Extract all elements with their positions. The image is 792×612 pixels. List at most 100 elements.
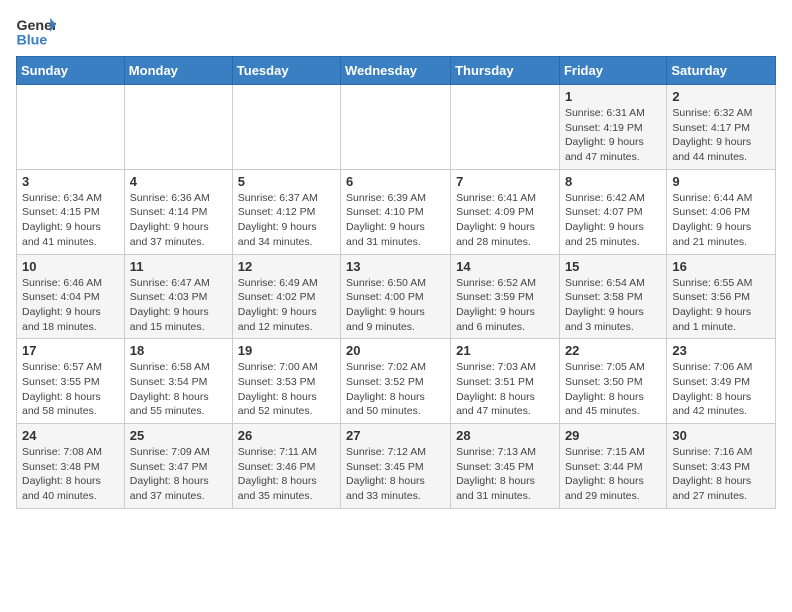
calendar-cell: 1Sunrise: 6:31 AMSunset: 4:19 PMDaylight… xyxy=(559,85,666,170)
calendar-cell: 17 Sunrise: 6:57 AMSunset: 3:55 PMDayligh… xyxy=(17,339,125,424)
day-info: Sunrise: 7:08 AMSunset: 3:48 PMDaylight:… xyxy=(22,445,119,504)
day-header-monday: Monday xyxy=(124,57,232,85)
day-number: 11 xyxy=(130,259,227,274)
day-info: Sunrise: 6:58 AMSunset: 3:54 PMDaylight:… xyxy=(130,360,227,419)
day-info: Sunrise: 7:09 AMSunset: 3:47 PMDaylight:… xyxy=(130,445,227,504)
day-header-wednesday: Wednesday xyxy=(341,57,451,85)
day-number: 4 xyxy=(130,174,227,189)
calendar-cell: 26 Sunrise: 7:11 AMSunset: 3:46 PMDayligh… xyxy=(232,424,340,509)
page-header: General Blue xyxy=(16,16,776,48)
day-number: 24 xyxy=(22,428,119,443)
calendar-cell: 4 Sunrise: 6:36 AMSunset: 4:14 PMDaylight… xyxy=(124,169,232,254)
day-number: 1 xyxy=(565,89,661,104)
day-number: 27 xyxy=(346,428,445,443)
day-header-sunday: Sunday xyxy=(17,57,125,85)
calendar-cell: 13 Sunrise: 6:50 AMSunset: 4:00 PMDayligh… xyxy=(341,254,451,339)
calendar-cell: 8 Sunrise: 6:42 AMSunset: 4:07 PMDaylight… xyxy=(559,169,666,254)
day-info: Sunrise: 6:52 AMSunset: 3:59 PMDaylight:… xyxy=(456,276,554,335)
calendar-cell xyxy=(451,85,560,170)
day-number: 7 xyxy=(456,174,554,189)
calendar-cell: 30 Sunrise: 7:16 AMSunset: 3:43 PMDayligh… xyxy=(667,424,776,509)
logo: General Blue xyxy=(16,16,56,48)
calendar-cell: 29Sunrise: 7:15 AMSunset: 3:44 PMDayligh… xyxy=(559,424,666,509)
day-info: Sunrise: 6:41 AMSunset: 4:09 PMDaylight:… xyxy=(456,191,554,250)
svg-text:Blue: Blue xyxy=(16,32,47,48)
calendar-cell: 7 Sunrise: 6:41 AMSunset: 4:09 PMDaylight… xyxy=(451,169,560,254)
calendar-cell: 5 Sunrise: 6:37 AMSunset: 4:12 PMDaylight… xyxy=(232,169,340,254)
calendar-table: SundayMondayTuesdayWednesdayThursdayFrid… xyxy=(16,56,776,509)
calendar-cell: 20Sunrise: 7:02 AMSunset: 3:52 PMDayligh… xyxy=(341,339,451,424)
day-info: Sunrise: 7:05 AMSunset: 3:50 PMDaylight:… xyxy=(565,360,661,419)
calendar-cell xyxy=(17,85,125,170)
day-number: 6 xyxy=(346,174,445,189)
calendar-cell: 14 Sunrise: 6:52 AMSunset: 3:59 PMDayligh… xyxy=(451,254,560,339)
day-info: Sunrise: 6:47 AMSunset: 4:03 PMDaylight:… xyxy=(130,276,227,335)
day-number: 25 xyxy=(130,428,227,443)
day-number: 14 xyxy=(456,259,554,274)
calendar-week-3: 10Sunrise: 6:46 AMSunset: 4:04 PMDayligh… xyxy=(17,254,776,339)
day-info: Sunrise: 7:16 AMSunset: 3:43 PMDaylight:… xyxy=(672,445,770,504)
calendar-week-5: 24 Sunrise: 7:08 AMSunset: 3:48 PMDayligh… xyxy=(17,424,776,509)
calendar-week-4: 17 Sunrise: 6:57 AMSunset: 3:55 PMDayligh… xyxy=(17,339,776,424)
day-number: 12 xyxy=(238,259,335,274)
calendar-cell: 3 Sunrise: 6:34 AMSunset: 4:15 PMDaylight… xyxy=(17,169,125,254)
logo-icon: General Blue xyxy=(16,16,56,48)
day-number: 26 xyxy=(238,428,335,443)
day-number: 9 xyxy=(672,174,770,189)
calendar-header-row: SundayMondayTuesdayWednesdayThursdayFrid… xyxy=(17,57,776,85)
day-info: Sunrise: 7:13 AMSunset: 3:45 PMDaylight:… xyxy=(456,445,554,504)
day-number: 15 xyxy=(565,259,661,274)
calendar-week-2: 3 Sunrise: 6:34 AMSunset: 4:15 PMDaylight… xyxy=(17,169,776,254)
day-number: 22 xyxy=(565,343,661,358)
day-info: Sunrise: 6:55 AMSunset: 3:56 PMDaylight:… xyxy=(672,276,770,335)
day-number: 5 xyxy=(238,174,335,189)
day-number: 28 xyxy=(456,428,554,443)
day-info: Sunrise: 7:11 AMSunset: 3:46 PMDaylight:… xyxy=(238,445,335,504)
calendar-cell: 9 Sunrise: 6:44 AMSunset: 4:06 PMDaylight… xyxy=(667,169,776,254)
calendar-cell: 19 Sunrise: 7:00 AMSunset: 3:53 PMDayligh… xyxy=(232,339,340,424)
day-info: Sunrise: 6:44 AMSunset: 4:06 PMDaylight:… xyxy=(672,191,770,250)
calendar-cell xyxy=(124,85,232,170)
day-number: 8 xyxy=(565,174,661,189)
day-number: 30 xyxy=(672,428,770,443)
day-info: Sunrise: 7:06 AMSunset: 3:49 PMDaylight:… xyxy=(672,360,770,419)
day-info: Sunrise: 6:37 AMSunset: 4:12 PMDaylight:… xyxy=(238,191,335,250)
day-info: Sunrise: 7:15 AMSunset: 3:44 PMDaylight:… xyxy=(565,445,661,504)
day-number: 19 xyxy=(238,343,335,358)
day-info: Sunrise: 6:57 AMSunset: 3:55 PMDaylight:… xyxy=(22,360,119,419)
calendar-cell: 23Sunrise: 7:06 AMSunset: 3:49 PMDayligh… xyxy=(667,339,776,424)
calendar-cell: 27Sunrise: 7:12 AMSunset: 3:45 PMDayligh… xyxy=(341,424,451,509)
calendar-cell: 11 Sunrise: 6:47 AMSunset: 4:03 PMDayligh… xyxy=(124,254,232,339)
day-number: 2 xyxy=(672,89,770,104)
day-number: 21 xyxy=(456,343,554,358)
day-header-tuesday: Tuesday xyxy=(232,57,340,85)
day-info: Sunrise: 7:03 AMSunset: 3:51 PMDaylight:… xyxy=(456,360,554,419)
calendar-cell: 12 Sunrise: 6:49 AMSunset: 4:02 PMDayligh… xyxy=(232,254,340,339)
day-info: Sunrise: 7:00 AMSunset: 3:53 PMDaylight:… xyxy=(238,360,335,419)
day-number: 16 xyxy=(672,259,770,274)
day-info: Sunrise: 6:42 AMSunset: 4:07 PMDaylight:… xyxy=(565,191,661,250)
calendar-cell: 24 Sunrise: 7:08 AMSunset: 3:48 PMDayligh… xyxy=(17,424,125,509)
day-number: 13 xyxy=(346,259,445,274)
day-number: 17 xyxy=(22,343,119,358)
calendar-cell: 25 Sunrise: 7:09 AMSunset: 3:47 PMDayligh… xyxy=(124,424,232,509)
calendar-cell: 21 Sunrise: 7:03 AMSunset: 3:51 PMDayligh… xyxy=(451,339,560,424)
calendar-cell: 16 Sunrise: 6:55 AMSunset: 3:56 PMDayligh… xyxy=(667,254,776,339)
calendar-cell: 6Sunrise: 6:39 AMSunset: 4:10 PMDaylight… xyxy=(341,169,451,254)
day-header-friday: Friday xyxy=(559,57,666,85)
calendar-week-1: 1Sunrise: 6:31 AMSunset: 4:19 PMDaylight… xyxy=(17,85,776,170)
day-header-thursday: Thursday xyxy=(451,57,560,85)
day-info: Sunrise: 6:34 AMSunset: 4:15 PMDaylight:… xyxy=(22,191,119,250)
day-info: Sunrise: 6:54 AMSunset: 3:58 PMDaylight:… xyxy=(565,276,661,335)
calendar-cell: 15 Sunrise: 6:54 AMSunset: 3:58 PMDayligh… xyxy=(559,254,666,339)
calendar-cell: 2Sunrise: 6:32 AMSunset: 4:17 PMDaylight… xyxy=(667,85,776,170)
calendar-cell: 22 Sunrise: 7:05 AMSunset: 3:50 PMDayligh… xyxy=(559,339,666,424)
day-info: Sunrise: 6:36 AMSunset: 4:14 PMDaylight:… xyxy=(130,191,227,250)
calendar-cell: 18 Sunrise: 6:58 AMSunset: 3:54 PMDayligh… xyxy=(124,339,232,424)
calendar-cell: 10Sunrise: 6:46 AMSunset: 4:04 PMDayligh… xyxy=(17,254,125,339)
calendar-cell xyxy=(341,85,451,170)
day-number: 18 xyxy=(130,343,227,358)
day-info: Sunrise: 6:50 AMSunset: 4:00 PMDaylight:… xyxy=(346,276,445,335)
day-number: 3 xyxy=(22,174,119,189)
day-info: Sunrise: 6:49 AMSunset: 4:02 PMDaylight:… xyxy=(238,276,335,335)
